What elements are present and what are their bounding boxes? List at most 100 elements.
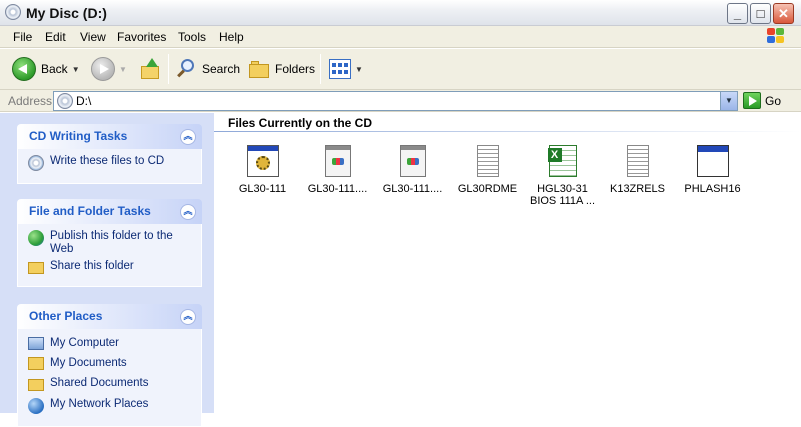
collapse-icon[interactable]: ︽ [180, 129, 196, 145]
windows-logo-icon [766, 27, 786, 45]
up-folder-button[interactable] [141, 55, 161, 83]
text-file-icon [626, 145, 649, 177]
exe-gear-icon [246, 145, 279, 177]
panel-title: CD Writing Tasks [29, 129, 128, 143]
shared-documents-link[interactable]: Shared Documents [28, 377, 201, 391]
menu-help[interactable]: Help [219, 30, 244, 44]
publish-folder-link[interactable]: Publish this folder to the Web [28, 230, 201, 256]
task-label: Write these files to CD [50, 155, 165, 167]
share-folder-link[interactable]: Share this folder [28, 260, 201, 274]
panel-title: File and Folder Tasks [29, 204, 151, 218]
network-places-icon [28, 398, 44, 414]
go-button[interactable]: Go [743, 92, 781, 109]
panel-body: My Computer My Documents Shared Document… [17, 329, 202, 427]
collapse-icon[interactable]: ︽ [180, 204, 196, 220]
my-computer-icon [28, 337, 44, 350]
task-label: My Documents [50, 357, 127, 369]
file-view: Files Currently on the CD GL30-111 GL30-… [214, 113, 801, 413]
address-label: Address [8, 94, 53, 108]
panel-title: Other Places [29, 309, 103, 323]
views-icon [329, 59, 351, 79]
back-button[interactable]: Back ▼ [12, 55, 80, 83]
other-places-panel: Other Places ︽ My Computer My Documents … [17, 304, 202, 427]
search-button[interactable]: Search [176, 55, 240, 83]
cd-writing-tasks-header[interactable]: CD Writing Tasks ︽ [17, 124, 202, 149]
forward-arrow-icon [91, 57, 115, 81]
go-arrow-icon [743, 92, 761, 109]
group-divider [214, 131, 801, 132]
my-documents-icon [28, 357, 44, 370]
back-arrow-icon [12, 57, 36, 81]
file-item[interactable]: GL30-111.... [375, 145, 450, 195]
my-documents-link[interactable]: My Documents [28, 357, 201, 370]
file-item[interactable]: GL30-111.... [300, 145, 375, 195]
task-label: My Network Places [50, 398, 149, 410]
search-icon [176, 58, 198, 80]
maximize-button[interactable]: □ [750, 3, 771, 24]
excel-file-icon: X [547, 145, 577, 177]
go-label: Go [765, 93, 782, 108]
file-name: K13ZRELS [609, 183, 666, 195]
application-window-icon [696, 145, 729, 177]
file-name: GL30-111 [238, 183, 287, 195]
other-places-header[interactable]: Other Places ︽ [17, 304, 202, 329]
up-folder-icon [141, 58, 161, 80]
file-item[interactable]: PHLASH16 [675, 145, 750, 195]
panel-body: Write these files to CD [17, 149, 202, 184]
address-input[interactable]: D:\ ▼ [53, 91, 738, 111]
chevron-down-icon[interactable]: ▼ [355, 65, 363, 74]
title-bar: My Disc (D:) _ □ ✕ [0, 0, 801, 26]
task-label: Publish this folder to the Web [50, 230, 173, 255]
folders-label: Folders [275, 62, 316, 76]
file-item[interactable]: GL30-111 [225, 145, 300, 195]
menu-edit[interactable]: Edit [45, 30, 66, 44]
address-bar: Address D:\ ▼ Go [0, 90, 801, 112]
cd-drive-icon [5, 4, 21, 20]
file-name: PHLASH16 [684, 183, 741, 195]
task-pane: CD Writing Tasks ︽ Write these files to … [0, 113, 214, 427]
menu-view[interactable]: View [80, 30, 106, 44]
batch-file-icon [324, 145, 351, 177]
folders-icon [249, 59, 271, 79]
menu-favorites[interactable]: Favorites [117, 30, 166, 44]
share-folder-icon [28, 262, 44, 274]
shared-documents-icon [28, 379, 44, 391]
cd-writing-tasks-panel: CD Writing Tasks ︽ Write these files to … [17, 124, 202, 184]
address-dropdown-icon[interactable]: ▼ [720, 92, 737, 110]
cd-drive-icon [57, 93, 73, 109]
window-title: My Disc (D:) [26, 5, 107, 21]
address-value: D:\ [76, 94, 92, 108]
toolbar-separator [320, 54, 321, 84]
file-item[interactable]: X HGL30-31 BIOS 111A ... [525, 145, 600, 207]
file-folder-tasks-header[interactable]: File and Folder Tasks ︽ [17, 199, 202, 224]
menu-file[interactable]: File [13, 30, 32, 44]
folders-button[interactable]: Folders [249, 55, 315, 83]
file-item[interactable]: K13ZRELS [600, 145, 675, 195]
collapse-icon[interactable]: ︽ [180, 309, 196, 325]
menu-bar: File Edit View Favorites Tools Help [0, 26, 801, 48]
chevron-down-icon[interactable]: ▼ [119, 65, 127, 74]
publish-web-icon [28, 230, 44, 246]
minimize-button[interactable]: _ [727, 3, 748, 24]
search-label: Search [202, 62, 241, 76]
my-computer-link[interactable]: My Computer [28, 337, 201, 350]
file-name: GL30-111.... [382, 183, 443, 195]
write-cd-icon [28, 155, 44, 171]
file-name: GL30RDME [457, 183, 518, 195]
menu-tools[interactable]: Tools [178, 30, 206, 44]
task-label: Shared Documents [50, 377, 149, 389]
forward-button[interactable]: ▼ [91, 55, 127, 83]
file-item[interactable]: GL30RDME [450, 145, 525, 195]
my-network-places-link[interactable]: My Network Places [28, 398, 201, 414]
chevron-down-icon[interactable]: ▼ [72, 65, 80, 74]
task-label: My Computer [50, 337, 120, 349]
task-label: Share this folder [50, 260, 134, 272]
file-name: HGL30-31 BIOS 111A ... [529, 183, 596, 207]
group-title: Files Currently on the CD [228, 116, 373, 130]
file-name: GL30-111.... [307, 183, 368, 195]
write-files-to-cd-link[interactable]: Write these files to CD [28, 155, 201, 171]
toolbar-separator [168, 54, 169, 84]
close-button[interactable]: ✕ [773, 3, 794, 24]
views-button[interactable]: ▼ [329, 55, 363, 83]
batch-file-icon [399, 145, 426, 177]
